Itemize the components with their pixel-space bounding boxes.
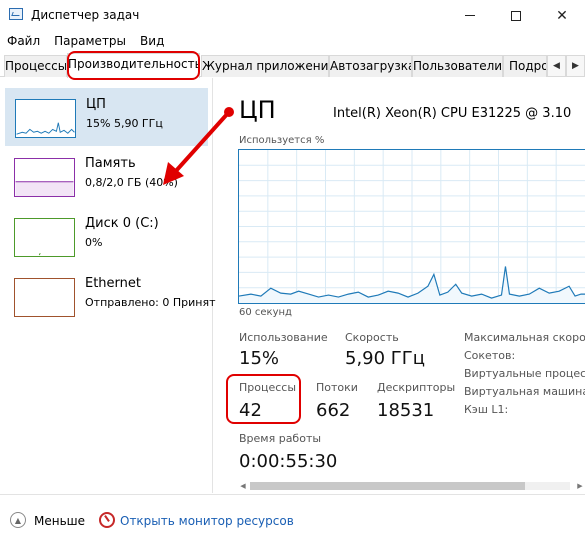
sidebar-item-name: Память — [85, 156, 136, 171]
sidebar-item-name: Ethernet — [85, 276, 141, 291]
speed-value: 5,90 ГГц — [345, 348, 426, 369]
tab-scroll-left-button[interactable]: ◀ — [547, 55, 566, 77]
window-title: Диспетчер задач — [31, 8, 140, 22]
usage-label: Использование — [239, 331, 328, 344]
detail-l1-cache: Кэш L1: — [464, 403, 509, 416]
chevron-up-icon[interactable]: ▲ — [10, 512, 26, 528]
scrollbar-thumb[interactable] — [250, 482, 525, 490]
sidebar-item-value: 0,8/2,0 ГБ (40%) — [85, 176, 178, 189]
tab-details[interactable]: Подро — [503, 55, 547, 77]
cpu-title: ЦП — [239, 96, 276, 124]
fewer-details-button[interactable]: Меньше — [34, 514, 85, 528]
task-manager-icon — [9, 8, 23, 20]
tab-users[interactable]: Пользователи — [412, 55, 503, 77]
disk-thumbnail-graph — [14, 218, 75, 257]
sidebar-item-value: 15% 5,90 ГГц — [86, 117, 163, 130]
tab-startup[interactable]: Автозагрузка — [329, 55, 412, 77]
detail-sockets: Сокетов: — [464, 349, 516, 362]
close-icon: ✕ — [556, 7, 568, 24]
tab-processes[interactable]: Процессы — [4, 55, 67, 77]
cpu-model: Intel(R) Xeon(R) CPU E31225 @ 3.10 — [333, 106, 572, 121]
detail-virtual-processors: Виртуальные процес — [464, 367, 585, 380]
tab-scroll-arrows: ◀ ▶ — [547, 55, 585, 77]
sidebar-item-ethernet[interactable]: Ethernet Отправлено: 0 Принят — [5, 268, 216, 326]
sidebar-item-cpu[interactable]: ЦП 15% 5,90 ГГц — [5, 88, 208, 146]
sidebar-item-value: 0% — [85, 236, 103, 249]
menu-file[interactable]: Файл — [0, 31, 47, 52]
sidebar-item-disk[interactable]: Диск 0 (C:) 0% — [5, 208, 208, 266]
memory-thumbnail-graph — [14, 158, 75, 197]
threads-value: 662 — [316, 400, 351, 421]
resource-monitor-icon — [99, 512, 115, 528]
usage-value: 15% — [239, 348, 280, 369]
tab-scroll-right-button[interactable]: ▶ — [566, 55, 585, 77]
sidebar-item-name: Диск 0 (C:) — [85, 216, 159, 231]
sidebar-item-name: ЦП — [86, 97, 106, 112]
highlight-processes — [226, 374, 301, 424]
graph-time-span: 60 секунд — [239, 307, 292, 318]
menu-bar: Файл Параметры Вид — [0, 31, 171, 52]
cpu-usage-graph — [238, 149, 585, 304]
sidebar: ЦП 15% 5,90 ГГц Память 0,8/2,0 ГБ (40%) … — [0, 78, 216, 493]
sidebar-item-value: Отправлено: 0 Принят — [85, 296, 216, 309]
maximize-button[interactable] — [493, 0, 539, 31]
tab-app-history[interactable]: Журнал приложений — [201, 55, 329, 77]
uptime-label: Время работы — [239, 432, 322, 445]
close-button[interactable]: ✕ — [539, 0, 585, 31]
handles-label: Дескрипторы — [377, 381, 456, 394]
highlight-performance-tab — [67, 51, 200, 80]
minimize-icon — [465, 15, 475, 16]
minimize-button[interactable] — [447, 0, 493, 31]
threads-label: Потоки — [316, 381, 358, 394]
detail-max-speed: Максимальная скоро — [464, 331, 585, 344]
sidebar-item-memory[interactable]: Память 0,8/2,0 ГБ (40%) — [5, 148, 208, 206]
detail-virtual-machine: Виртуальная машина — [464, 385, 585, 398]
scroll-right-icon[interactable]: ▶ — [575, 480, 585, 492]
footer-bar: ▲ Меньше Открыть монитор ресурсов — [0, 494, 585, 545]
cpu-thumbnail-graph — [15, 99, 76, 138]
open-resource-monitor-link[interactable]: Открыть монитор ресурсов — [120, 514, 294, 528]
menu-view[interactable]: Вид — [133, 31, 171, 52]
speed-label: Скорость — [345, 331, 399, 344]
horizontal-scrollbar[interactable]: ◀ ▶ — [238, 480, 585, 492]
ethernet-thumbnail-graph — [14, 278, 75, 317]
title-bar: Диспетчер задач ✕ — [0, 0, 585, 31]
scroll-left-icon[interactable]: ◀ — [238, 480, 248, 492]
maximize-icon — [511, 10, 521, 21]
menu-options[interactable]: Параметры — [47, 31, 133, 52]
uptime-value: 0:00:55:30 — [239, 451, 338, 472]
cpu-detail-panel: ЦП Intel(R) Xeon(R) CPU E31225 @ 3.10 Ис… — [214, 78, 585, 493]
graph-caption: Используется % — [239, 135, 325, 146]
handles-value: 18531 — [377, 400, 435, 421]
